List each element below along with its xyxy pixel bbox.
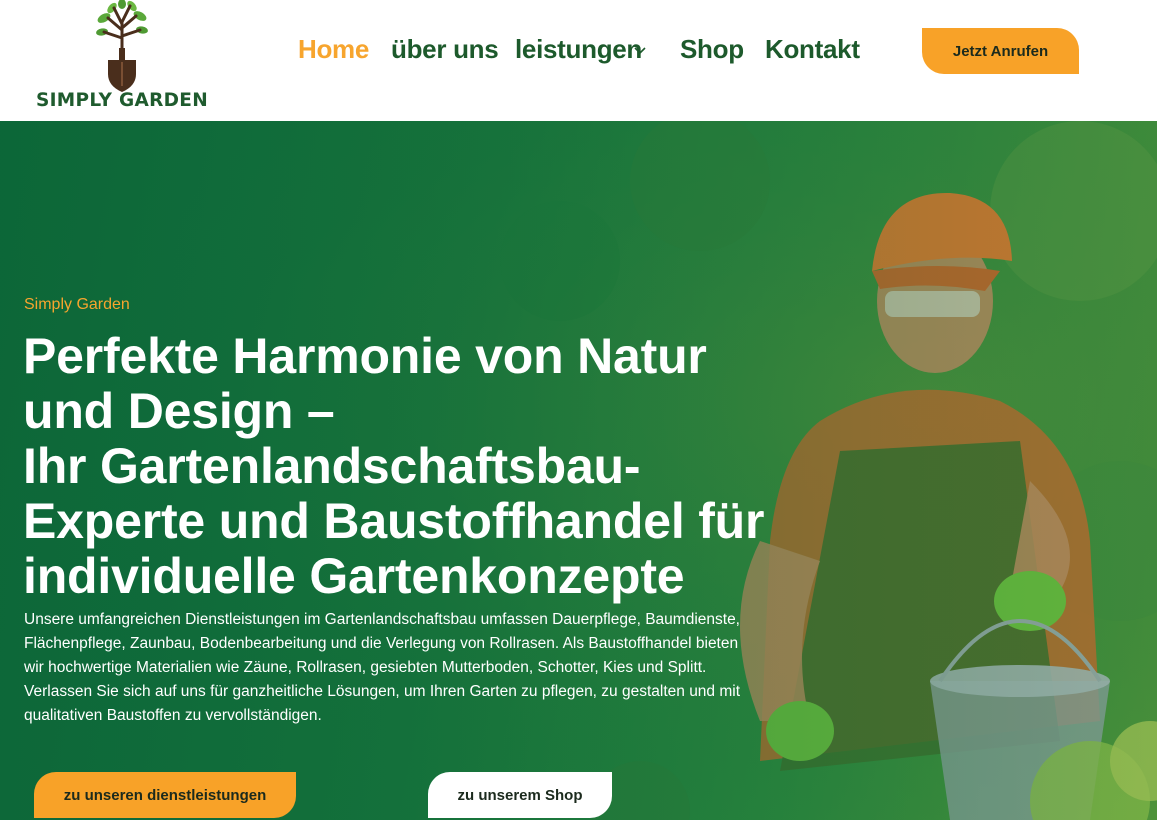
hero-eyebrow: Simply Garden [24,296,130,313]
nav-about[interactable]: über uns [391,34,499,65]
hero-headline-line: und Design – [23,383,335,439]
call-now-button[interactable]: Jetzt Anrufen [922,28,1079,74]
services-button[interactable]: zu unseren dienstleistungen [34,772,296,818]
hero-description-line: Verlassen Sie sich auf uns für ganzheitl… [24,683,741,700]
hero-description-line: Flächenpflege, Zaunbau, Bodenbearbeitung… [24,635,739,652]
hero-headline-line: individuelle Gartenkonzepte [23,548,685,604]
hero-description-line: qualitativen Baustoffen zu vervollständi… [24,707,322,724]
hero-headline: Perfekte Harmonie von Natur und Design –… [23,329,843,604]
nav-services-label: leistungen [515,34,643,64]
tree-spade-icon [96,0,148,92]
site-header: SIMPLY GARDEN Home über uns leistungen S… [0,0,1157,121]
hero-section: Simply Garden Perfekte Harmonie von Natu… [0,121,1157,820]
nav-services[interactable]: leistungen [515,34,642,65]
hero-headline-line: Perfekte Harmonie von Natur [23,328,707,384]
hero-headline-line: Ihr Gartenlandschaftsbau- [23,438,641,494]
nav-contact[interactable]: Kontakt [765,34,860,65]
nav-home[interactable]: Home [298,34,369,65]
nav-shop[interactable]: Shop [680,34,744,65]
shop-button[interactable]: zu unserem Shop [428,772,612,818]
hero-description-line: Unsere umfangreichen Dienstleistungen im… [24,611,740,628]
hero-description-line: wir hochwertige Materialien wie Zäune, R… [24,659,707,676]
chevron-down-icon[interactable] [633,45,647,55]
logo-wordmark: SIMPLY GARDEN [35,90,209,111]
hero-description: Unsere umfangreichen Dienstleistungen im… [24,608,814,728]
hero-headline-line: Experte und Baustoffhandel für [23,493,765,549]
site-logo[interactable]: SIMPLY GARDEN [24,0,220,114]
